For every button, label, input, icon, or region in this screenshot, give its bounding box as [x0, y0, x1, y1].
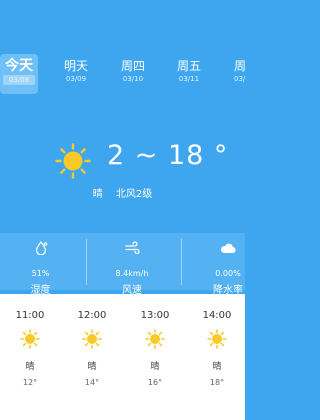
hour-time: 14:00: [202, 310, 232, 321]
tab-day-label: 今天: [5, 58, 33, 74]
tab-date-label: 03/10: [122, 75, 144, 83]
tab-day-label: 周: [234, 59, 245, 73]
temperature-range: 2 ~ 18 °: [107, 140, 229, 171]
condition-text: 晴: [92, 189, 103, 200]
tab-thursday[interactable]: 周四 03/10: [114, 54, 152, 94]
hour-temp: 18°: [209, 378, 225, 387]
tab-date-label: 03/: [234, 75, 245, 83]
hour-temp: 16°: [147, 378, 163, 387]
sun-icon: [55, 143, 91, 179]
tab-today[interactable]: 今天 03/08: [0, 54, 38, 94]
hourly-item: 12:00 晴 14°: [70, 294, 114, 387]
hour-condition: 晴: [150, 362, 160, 372]
hourly-forecast: 11:00 晴 12° 12:00 晴 14° 13:00 晴 16° 14:0…: [0, 294, 245, 420]
hour-time: 13:00: [140, 310, 170, 321]
divider: [86, 239, 87, 285]
wind-text: 北风2级: [115, 189, 153, 200]
tab-day-label: 周四: [120, 59, 145, 73]
hour-temp: 14°: [84, 378, 100, 387]
hour-condition: 晴: [25, 362, 35, 372]
tab-tomorrow[interactable]: 明天 03/09: [57, 54, 95, 94]
sun-icon: [82, 329, 102, 349]
current-condition: 晴 北风2级: [0, 185, 245, 200]
tab-date-label: 03/11: [178, 75, 200, 83]
wind-speed-stat: 8.4km/h 风速: [88, 233, 176, 296]
hourly-item: 13:00 晴 16°: [133, 294, 177, 387]
hour-time: 12:00: [77, 310, 107, 321]
humidity-stat: 51% 湿度: [0, 233, 81, 296]
divider: [181, 239, 182, 285]
humidity-drop-icon: [35, 241, 47, 255]
precipitation-stat: 0.00% 降水率: [188, 233, 268, 296]
hour-condition: 晴: [87, 362, 97, 372]
wind-speed-value: 8.4km/h: [115, 269, 149, 278]
humidity-value: 51%: [31, 269, 50, 278]
tab-date-label: 03/08: [3, 75, 35, 85]
cloud-icon: [221, 243, 236, 254]
precipitation-value: 0.00%: [215, 269, 241, 278]
wind-icon: [125, 241, 140, 255]
hour-time: 11:00: [15, 310, 45, 321]
sun-icon: [145, 329, 165, 349]
hour-temp: 12°: [22, 378, 38, 387]
tab-saturday[interactable]: 周 03/: [226, 54, 245, 94]
tab-day-label: 明天: [63, 59, 88, 73]
tab-date-label: 03/09: [65, 75, 87, 83]
weather-stats: 51% 湿度 8.4km/h 风速 0.00% 降水率: [0, 233, 245, 296]
sun-icon: [20, 329, 40, 349]
hourly-item: 14:00 晴 18°: [195, 294, 239, 387]
hourly-item: 11:00 晴 12°: [8, 294, 52, 387]
tab-friday[interactable]: 周五 03/11: [170, 54, 208, 94]
sun-icon: [207, 329, 227, 349]
hour-condition: 晴: [212, 362, 222, 372]
tab-day-label: 周五: [176, 59, 201, 73]
day-tabs: 今天 03/08 明天 03/09 周四 03/10 周五 03/11 周 03…: [0, 54, 245, 94]
